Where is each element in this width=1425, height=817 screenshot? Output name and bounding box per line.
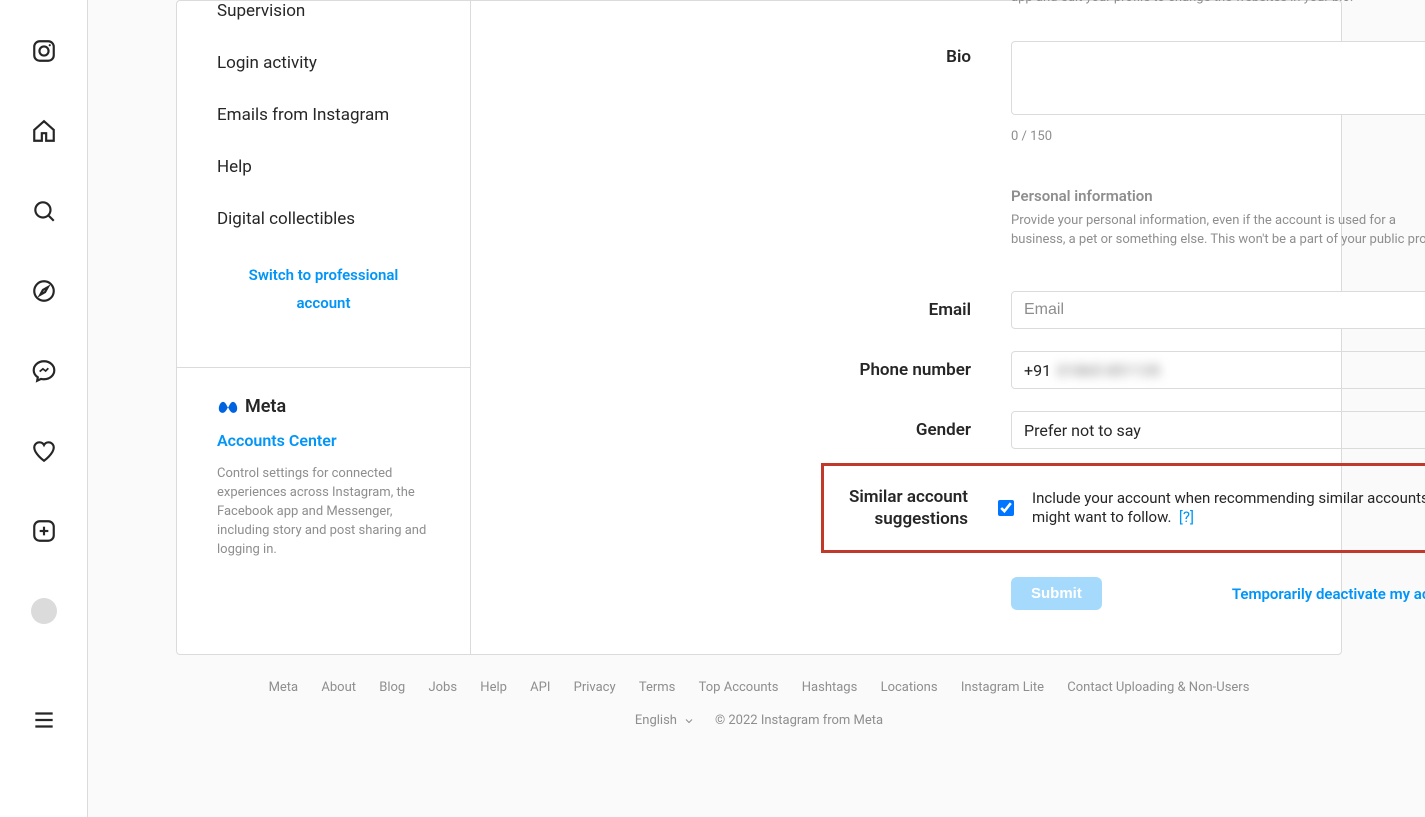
website-help-text: app and edit your profile to change the …	[1011, 0, 1425, 6]
similar-suggestions-description: Include your account when recommending s…	[1032, 489, 1425, 526]
hamburger-menu-icon[interactable]	[31, 707, 57, 733]
accounts-center-link[interactable]: Accounts Center	[217, 431, 430, 450]
chevron-down-icon	[683, 715, 695, 727]
phone-prefix: +91	[1024, 361, 1051, 380]
footer-link[interactable]: Top Accounts	[699, 680, 779, 695]
meta-logo-icon	[217, 400, 239, 414]
create-plus-icon[interactable]	[31, 518, 57, 544]
gender-select[interactable]: Prefer not to say	[1011, 411, 1425, 449]
footer-link[interactable]: Contact Uploading & Non-Users	[1067, 680, 1249, 695]
footer-link[interactable]: Hashtags	[802, 680, 858, 695]
messages-icon[interactable]	[31, 358, 57, 384]
bio-label: Bio	[471, 41, 1011, 144]
notifications-heart-icon[interactable]	[31, 438, 57, 464]
sidebar-item-digital-collectibles[interactable]: Digital collectibles	[177, 193, 470, 245]
email-label: Email	[793, 291, 1011, 329]
personal-info-description: Provide your personal information, even …	[1011, 211, 1425, 249]
instagram-logo-icon[interactable]	[31, 38, 57, 64]
footer-link[interactable]: Instagram Lite	[961, 680, 1044, 695]
sidebar-item-supervision[interactable]: Supervision	[177, 1, 470, 37]
bio-char-count: 0 / 150	[1011, 129, 1425, 144]
search-icon[interactable]	[31, 198, 57, 224]
footer-link[interactable]: API	[530, 680, 550, 695]
email-input[interactable]	[1011, 291, 1425, 329]
footer-link[interactable]: Privacy	[574, 680, 616, 695]
footer-link[interactable]: Help	[480, 680, 507, 695]
footer-link[interactable]: Jobs	[428, 680, 457, 695]
settings-sidebar: Supervision Login activity Emails from I…	[177, 1, 471, 654]
sidebar-item-label: Supervision	[217, 1, 305, 21]
footer-links: Meta About Blog Jobs Help API Privacy Te…	[176, 680, 1342, 695]
sidebar-item-login-activity[interactable]: Login activity	[177, 37, 470, 89]
accounts-center-description: Control settings for connected experienc…	[217, 464, 430, 559]
left-nav-rail	[0, 0, 88, 817]
sidebar-item-label: Digital collectibles	[217, 209, 355, 229]
sidebar-item-label: Login activity	[217, 53, 317, 73]
settings-card: Supervision Login activity Emails from I…	[176, 0, 1342, 655]
footer-link[interactable]: Blog	[379, 680, 405, 695]
sidebar-item-emails[interactable]: Emails from Instagram	[177, 89, 470, 141]
meta-brand-text: Meta	[245, 396, 286, 417]
phone-label: Phone number	[793, 351, 1011, 389]
footer-link[interactable]: Locations	[881, 680, 938, 695]
switch-pro-line1: Switch to professional	[249, 266, 399, 284]
similar-suggestions-text: Include your account when recommending s…	[1032, 489, 1425, 527]
switch-pro-line2: account	[297, 294, 351, 312]
explore-icon[interactable]	[31, 278, 57, 304]
gender-value: Prefer not to say	[1024, 421, 1141, 440]
phone-input-wrapper[interactable]: +91 01865 851135	[1011, 351, 1425, 389]
similar-suggestions-checkbox[interactable]	[998, 500, 1014, 516]
personal-info-heading: Personal information	[1011, 187, 1425, 205]
sidebar-item-label: Emails from Instagram	[217, 105, 389, 125]
submit-button[interactable]: Submit	[1011, 577, 1102, 610]
footer-link[interactable]: Meta	[269, 680, 299, 695]
meta-accounts-center-box: Meta Accounts Center Control settings fo…	[177, 367, 470, 583]
footer-link[interactable]: Terms	[639, 680, 676, 695]
footer-copyright: © 2022 Instagram from Meta	[715, 713, 883, 728]
similar-suggestions-label: Similar account suggestions	[832, 486, 980, 530]
deactivate-account-link[interactable]: Temporarily deactivate my account	[1232, 585, 1425, 603]
profile-avatar[interactable]	[31, 598, 57, 624]
footer-link[interactable]: About	[321, 680, 356, 695]
page-footer: Meta About Blog Jobs Help API Privacy Te…	[176, 680, 1342, 728]
meta-brand: Meta	[217, 396, 430, 417]
similar-account-suggestions-row: Similar account suggestions Include your…	[821, 463, 1425, 553]
switch-professional-link[interactable]: Switch to professional account	[177, 245, 470, 333]
similar-suggestions-help-link[interactable]: [?]	[1179, 508, 1194, 526]
sidebar-item-label: Help	[217, 157, 252, 177]
phone-number-masked: 01865 851135	[1057, 361, 1160, 380]
footer-language-label: English	[635, 713, 677, 728]
edit-profile-form: app and edit your profile to change the …	[471, 1, 1341, 654]
sidebar-item-help[interactable]: Help	[177, 141, 470, 193]
gender-label: Gender	[793, 411, 1011, 449]
bio-textarea[interactable]	[1011, 41, 1425, 115]
home-icon[interactable]	[31, 118, 57, 144]
footer-language-select[interactable]: English	[635, 713, 695, 728]
